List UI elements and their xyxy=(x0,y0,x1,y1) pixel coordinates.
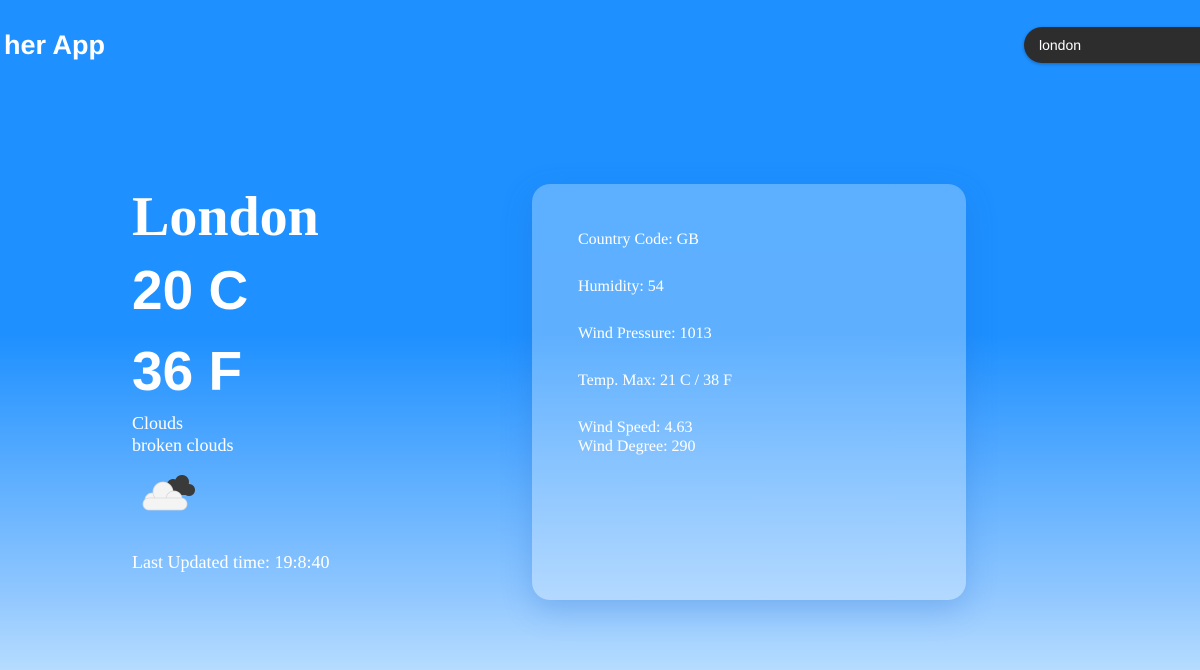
weather-details-card: Country Code: GB Humidity: 54 Wind Press… xyxy=(532,184,966,600)
country-code: Country Code: GB xyxy=(578,231,699,248)
temp-max: Temp. Max: 21 C / 38 F xyxy=(578,372,732,389)
last-updated-time: Last Updated time: 19:8:40 xyxy=(132,552,330,572)
temperature-fahrenheit: 36 F xyxy=(132,340,243,402)
app-title-text: her App xyxy=(4,30,105,60)
broken-clouds-icon xyxy=(138,470,200,514)
app-title: her App xyxy=(0,28,105,62)
weather-description: broken clouds xyxy=(132,435,234,455)
search-bar[interactable] xyxy=(1024,27,1200,63)
wind-degree: Wind Degree: 290 xyxy=(578,438,696,455)
city-name: London xyxy=(132,186,319,248)
broken-clouds-icon-graphic xyxy=(142,475,195,511)
temperature-celsius: 20 C xyxy=(132,259,249,321)
weather-condition: Clouds xyxy=(132,413,184,433)
wind-pressure: Wind Pressure: 1013 xyxy=(578,325,712,342)
wind-speed: Wind Speed: 4.63 xyxy=(578,419,693,436)
search-input[interactable] xyxy=(1024,27,1200,63)
humidity: Humidity: 54 xyxy=(578,278,664,295)
